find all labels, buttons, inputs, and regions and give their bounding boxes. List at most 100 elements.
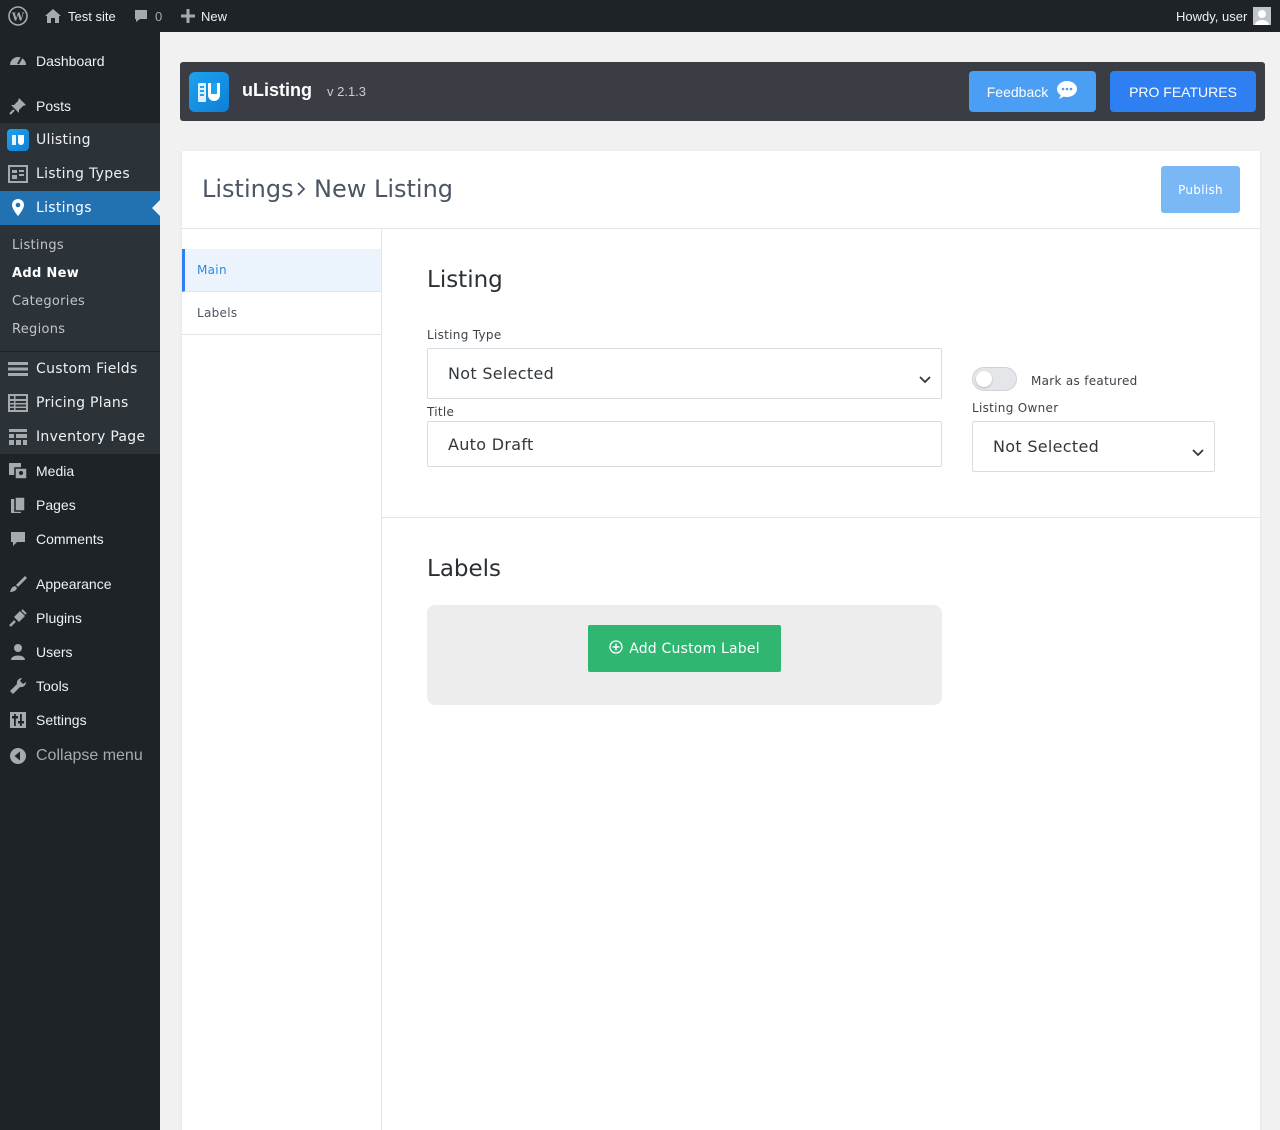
ulisting-version: v 2.1.3 bbox=[327, 84, 367, 99]
card-header: Listings New Listing Publish bbox=[182, 151, 1260, 229]
sidebar-item-label: Dashboard bbox=[36, 53, 105, 69]
home-icon bbox=[44, 8, 62, 24]
wrench-icon bbox=[0, 669, 36, 703]
submenu-item-regions[interactable]: Regions bbox=[12, 322, 65, 337]
sidebar-item-label: Appearance bbox=[36, 576, 112, 592]
sidebar-item-listings[interactable]: Listings bbox=[0, 191, 160, 225]
sidebar-item-custom-fields[interactable]: Custom Fields bbox=[0, 352, 160, 386]
sidebar-item-label: Listing Types bbox=[36, 166, 130, 182]
tab-main[interactable]: Main bbox=[182, 249, 381, 292]
location-pin-icon bbox=[0, 191, 36, 225]
chevron-right-icon bbox=[296, 181, 306, 202]
sidebar-item-tools[interactable]: Tools bbox=[0, 669, 160, 703]
sidebar-item-label: Posts bbox=[36, 98, 72, 114]
sidebar-item-label: Inventory Page bbox=[36, 429, 146, 445]
chevron-down-icon bbox=[919, 369, 931, 388]
comments-count: 0 bbox=[155, 8, 163, 24]
ulisting-title: uListing bbox=[242, 80, 312, 100]
title-input[interactable]: Auto Draft bbox=[427, 421, 942, 467]
chat-bubble-icon bbox=[1056, 80, 1078, 103]
admin-sidebar: Dashboard Posts Ulisting Listing Types L… bbox=[0, 32, 160, 1130]
sidebar-item-label: Users bbox=[36, 644, 73, 660]
pin-icon bbox=[0, 89, 36, 123]
plus-icon bbox=[181, 9, 195, 23]
pro-features-button[interactable]: PRO FEATURES bbox=[1110, 71, 1256, 112]
listing-type-select[interactable]: Not Selected bbox=[427, 348, 942, 399]
listing-owner-value: Not Selected bbox=[993, 437, 1100, 456]
sidebar-item-plugins[interactable]: Plugins bbox=[0, 601, 160, 635]
listing-owner-select[interactable]: Not Selected bbox=[972, 421, 1215, 472]
listing-type-value: Not Selected bbox=[448, 364, 555, 383]
sidebar-item-label: Pricing Plans bbox=[36, 395, 129, 411]
featured-label: Mark as featured bbox=[1031, 374, 1138, 388]
comments-link[interactable]: 0 bbox=[133, 0, 162, 32]
sidebar-item-posts[interactable]: Posts bbox=[0, 89, 160, 123]
chevron-down-icon bbox=[1192, 442, 1204, 461]
sliders-icon bbox=[0, 703, 36, 737]
sidebar-item-label: Plugins bbox=[36, 610, 82, 626]
media-icon bbox=[0, 454, 36, 488]
ulisting-header-bar: uListing v 2.1.3 Feedback PRO FEATURES bbox=[180, 62, 1265, 121]
sidebar-item-pricing-plans[interactable]: Pricing Plans bbox=[0, 386, 160, 420]
feedback-button[interactable]: Feedback bbox=[969, 71, 1096, 112]
comment-bubble-icon bbox=[133, 8, 149, 24]
breadcrumb-current: New Listing bbox=[314, 175, 454, 203]
editor-tabs: Main Labels bbox=[182, 229, 382, 1130]
submenu-item-add-new[interactable]: Add New bbox=[12, 266, 79, 281]
pages-icon bbox=[0, 488, 36, 522]
collapse-menu-button[interactable]: Collapse menu bbox=[0, 739, 160, 773]
svg-text:W: W bbox=[11, 11, 25, 24]
user-icon bbox=[0, 635, 36, 669]
listing-editor-card: Listings New Listing Publish Main Labels… bbox=[182, 151, 1260, 1130]
submenu-item-categories[interactable]: Categories bbox=[12, 294, 85, 309]
sidebar-item-label: Pages bbox=[36, 497, 76, 513]
sidebar-item-label: Settings bbox=[36, 712, 87, 728]
site-name: Test site bbox=[68, 8, 116, 24]
listing-section-title: Listing bbox=[427, 267, 503, 293]
sidebar-item-media[interactable]: Media bbox=[0, 454, 160, 488]
sidebar-item-dashboard[interactable]: Dashboard bbox=[0, 44, 160, 78]
toggle-knob bbox=[976, 371, 992, 387]
feedback-label: Feedback bbox=[986, 83, 1049, 100]
new-label: New bbox=[201, 8, 228, 24]
tab-labels[interactable]: Labels bbox=[182, 292, 381, 335]
avatar bbox=[1253, 7, 1272, 25]
sidebar-item-comments[interactable]: Comments bbox=[0, 522, 160, 556]
breadcrumb-parent[interactable]: Listings bbox=[202, 175, 294, 203]
submenu-item-listings[interactable]: Listings bbox=[12, 238, 64, 253]
admin-bar: W Test site 0 New Howdy, user bbox=[0, 0, 1280, 32]
ulisting-logo-icon bbox=[189, 72, 229, 112]
sidebar-item-settings[interactable]: Settings bbox=[0, 703, 160, 737]
sidebar-item-label: Custom Fields bbox=[36, 361, 138, 377]
add-custom-label-text: Add Custom Label bbox=[629, 640, 760, 657]
sidebar-item-label: Media bbox=[36, 463, 75, 479]
collapse-arrow-icon bbox=[0, 739, 36, 773]
sidebar-item-pages[interactable]: Pages bbox=[0, 488, 160, 522]
site-name-link[interactable]: Test site bbox=[44, 0, 116, 32]
plug-icon bbox=[0, 601, 36, 635]
ulisting-icon bbox=[0, 123, 36, 157]
sidebar-item-appearance[interactable]: Appearance bbox=[0, 567, 160, 601]
new-content-link[interactable]: New bbox=[181, 0, 227, 32]
listings-submenu: Listings Add New Categories Regions bbox=[0, 225, 160, 351]
sidebar-item-label: Ulisting bbox=[36, 132, 91, 148]
sidebar-item-label: Listings bbox=[36, 200, 92, 216]
publish-button[interactable]: Publish bbox=[1161, 166, 1240, 213]
title-value: Auto Draft bbox=[448, 434, 534, 454]
sidebar-item-ulisting[interactable]: Ulisting bbox=[0, 123, 160, 157]
greeting: Howdy, user bbox=[1176, 8, 1248, 24]
title-label: Title bbox=[427, 405, 455, 419]
add-custom-label-button[interactable]: Add Custom Label bbox=[588, 625, 781, 672]
sidebar-item-label: Comments bbox=[36, 531, 104, 547]
featured-toggle[interactable] bbox=[972, 367, 1017, 391]
sidebar-item-users[interactable]: Users bbox=[0, 635, 160, 669]
menu-lines-icon bbox=[0, 352, 36, 386]
section-divider bbox=[382, 517, 1260, 518]
wordpress-logo-icon[interactable]: W bbox=[8, 0, 28, 32]
sidebar-item-listing-types[interactable]: Listing Types bbox=[0, 157, 160, 191]
labels-section-title: Labels bbox=[427, 556, 502, 582]
my-account-link[interactable]: Howdy, user bbox=[1176, 0, 1272, 32]
brush-icon bbox=[0, 567, 36, 601]
sidebar-item-inventory-page[interactable]: Inventory Page bbox=[0, 420, 160, 454]
listing-types-icon bbox=[0, 157, 36, 191]
